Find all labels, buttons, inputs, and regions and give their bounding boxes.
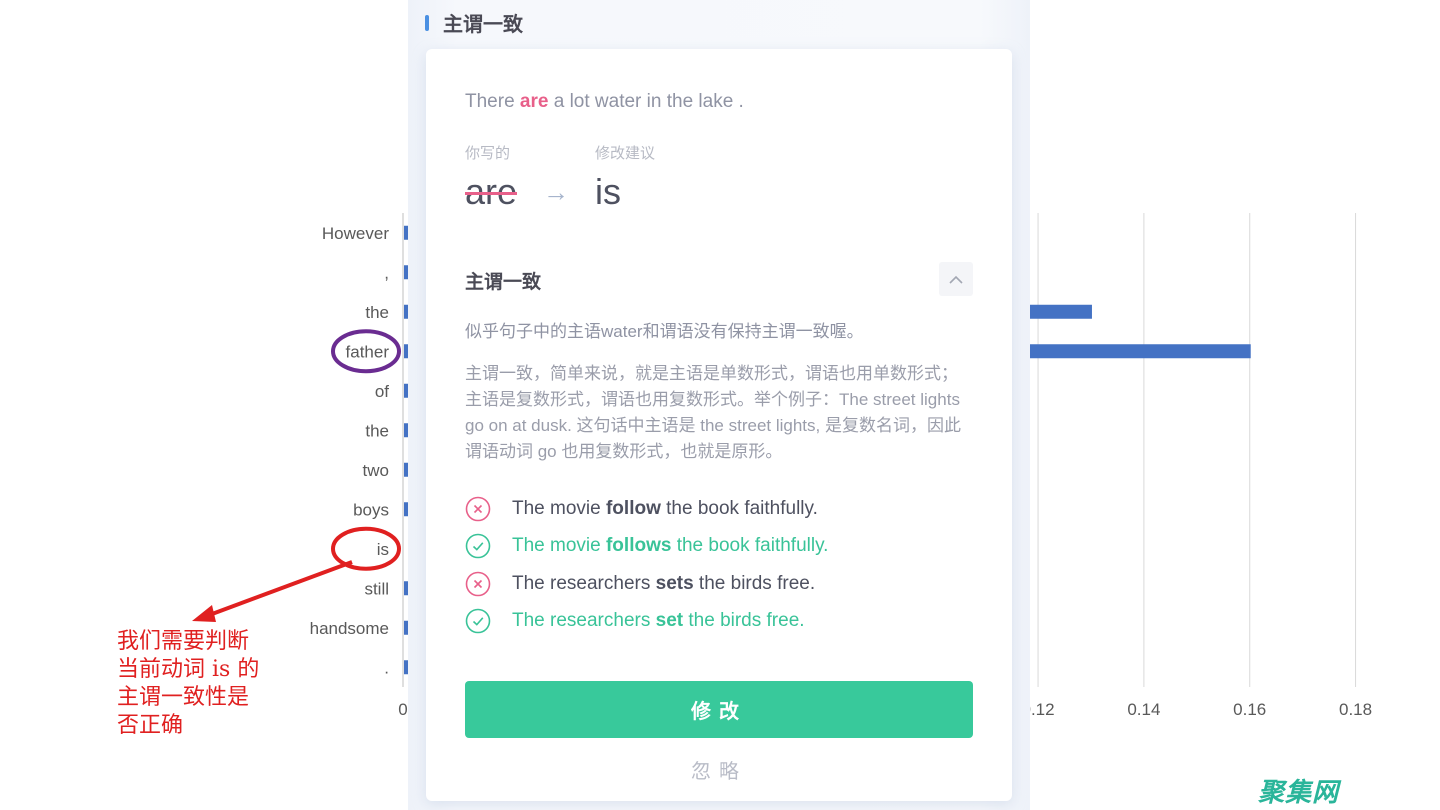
category-label: handsome xyxy=(310,619,389,638)
category-label: the xyxy=(365,421,389,440)
category-label: still xyxy=(364,579,389,598)
check-circle-icon xyxy=(465,608,491,634)
check-circle-icon xyxy=(465,533,491,559)
x-tick-label: 0 xyxy=(398,700,407,719)
x-tick-label: 0.18 xyxy=(1339,700,1372,719)
chart-category-labels: However, the father of the two boys is still hand… xyxy=(310,224,390,678)
category-label: the xyxy=(365,303,389,322)
category-label: However xyxy=(322,224,389,243)
category-label: boys xyxy=(353,500,389,519)
section-title: 主谓一致 xyxy=(443,14,523,36)
sentence-after: a lot water in the lake . xyxy=(548,91,744,112)
example-item: The researchers set the birds free. xyxy=(465,603,828,641)
highlight-circle-is xyxy=(331,526,401,571)
strikethrough-line xyxy=(465,192,518,195)
example-list: The movie follow the book faithfully. Th… xyxy=(465,490,828,640)
suggestion-label: 修改建议 xyxy=(595,145,656,162)
example-text: The researchers set the birds free. xyxy=(512,610,805,632)
arrow-right-icon: → xyxy=(543,177,569,207)
ignore-button[interactable]: 忽略 xyxy=(465,755,973,784)
category-label: of xyxy=(375,382,389,401)
annotation-line: 我们需要判断 xyxy=(117,629,250,654)
example-item: The movie follow the book faithfully. xyxy=(465,490,828,528)
watermark-logo: 聚集网 xyxy=(1258,777,1340,807)
x-tick-label: 0.16 xyxy=(1233,700,1266,719)
collapse-button[interactable] xyxy=(939,262,973,296)
you-wrote-label: 你写的 xyxy=(465,145,511,162)
category-label: two xyxy=(363,461,389,480)
annotation-note: 我们需要判断 当前动词 is 的 主谓一致性是 否正确 xyxy=(117,628,287,740)
rule-title: 主谓一致 xyxy=(465,272,542,293)
apply-fix-button[interactable]: 修改 xyxy=(465,681,973,738)
x-circle-icon xyxy=(465,571,491,597)
x-circle-icon xyxy=(465,496,491,522)
example-item: The researchers sets the birds free. xyxy=(465,565,828,603)
category-label: . xyxy=(384,658,389,677)
section-header: 主谓一致 xyxy=(425,8,523,37)
example-text: The movie follow the book faithfully. xyxy=(512,497,818,519)
error-word-highlight[interactable]: are xyxy=(520,91,549,112)
suggestion-card: There are a lot water in the lake . 你写的 … xyxy=(426,49,1012,801)
x-tick-label: 0.14 xyxy=(1127,700,1160,719)
wrong-word: are xyxy=(465,171,518,213)
sentence-before: There xyxy=(465,91,520,112)
suggested-word[interactable]: is xyxy=(595,171,621,213)
annotation-arrow xyxy=(192,560,353,622)
category-label: , xyxy=(384,263,389,282)
example-text: The researchers sets the birds free. xyxy=(512,572,816,594)
rule-summary: 似乎句子中的主语water和谓语没有保持主谓一致喔。 xyxy=(465,322,864,341)
category-label: father xyxy=(346,342,390,361)
rule-explanation: 主谓一致，简单来说，就是主语是单数形式，谓语也用单数形式；主语是复数形式，谓语也… xyxy=(465,364,961,461)
original-sentence: There are a lot water in the lake . xyxy=(465,91,744,113)
annotation-line: 主谓一致性是 xyxy=(117,685,250,710)
chart-highlight-circles xyxy=(331,329,401,571)
category-label: is xyxy=(377,540,389,559)
chevron-up-icon xyxy=(949,275,963,284)
example-item: The movie follows the book faithfully. xyxy=(465,528,828,566)
section-accent-bar xyxy=(425,14,429,31)
annotation-line: 当前动词 is 的 xyxy=(117,657,260,682)
example-text: The movie follows the book faithfully. xyxy=(512,535,829,557)
grammar-panel: 主谓一致 There are a lot water in the lake .… xyxy=(408,0,1030,810)
annotation-line: 否正确 xyxy=(117,713,184,738)
